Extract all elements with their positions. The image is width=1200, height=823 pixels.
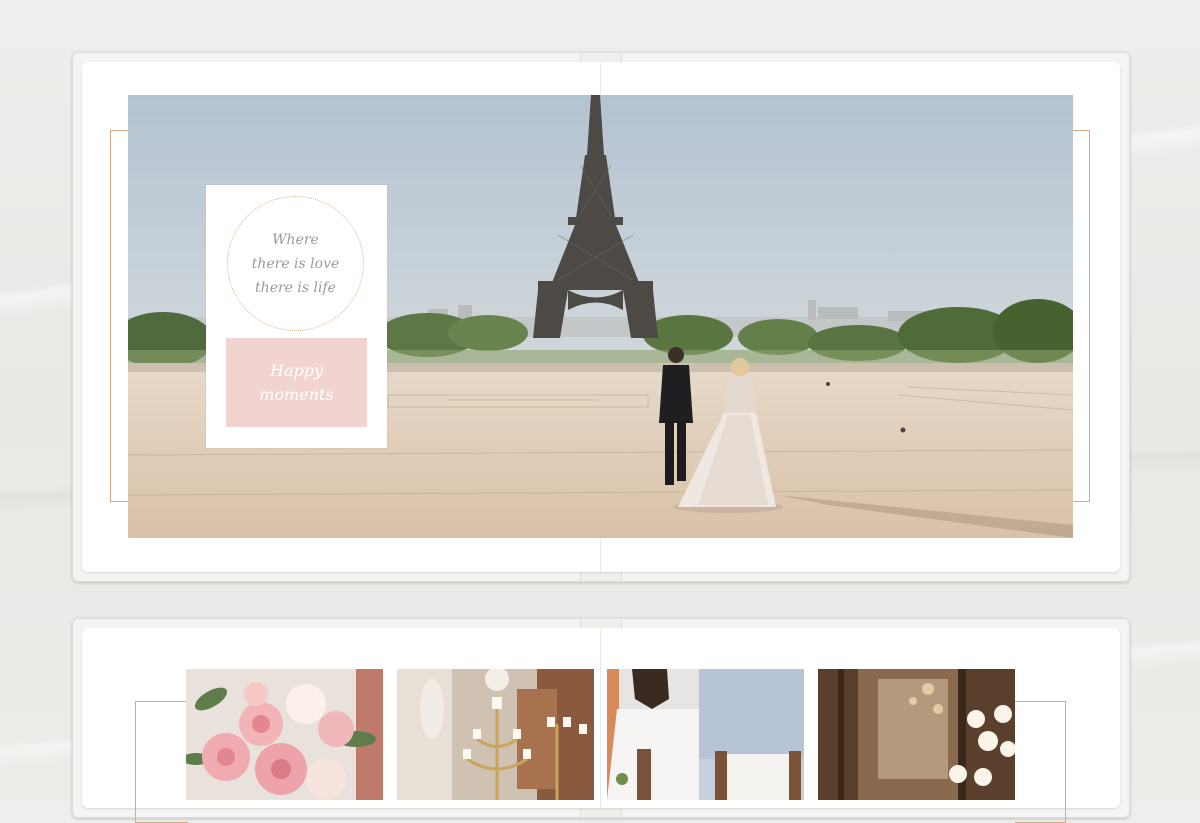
photo-peony-bouquet[interactable] — [186, 669, 383, 800]
photo-candelabra[interactable] — [397, 669, 594, 800]
happy-moments-text: Happy moments — [259, 360, 334, 404]
happy-moments-box: Happy moments — [226, 338, 367, 427]
photo-bride-and-groom[interactable] — [607, 669, 804, 800]
gold-frame-right — [1071, 130, 1090, 502]
candelabra-image — [397, 669, 594, 800]
gold-frame-right-bottom — [1015, 701, 1066, 823]
quote-text: Where there is love there is life — [251, 231, 340, 296]
quote-card: Where there is love there is life Happy … — [206, 185, 387, 448]
venue-lights-image — [818, 669, 1015, 800]
quote-circle: Where there is love there is life — [227, 196, 364, 331]
page-gutter — [600, 628, 602, 808]
bride-groom-image — [607, 669, 804, 800]
peony-bouquet-image — [186, 669, 383, 800]
gold-frame-left-bottom — [135, 701, 188, 823]
photo-venue-lights[interactable] — [818, 669, 1015, 800]
